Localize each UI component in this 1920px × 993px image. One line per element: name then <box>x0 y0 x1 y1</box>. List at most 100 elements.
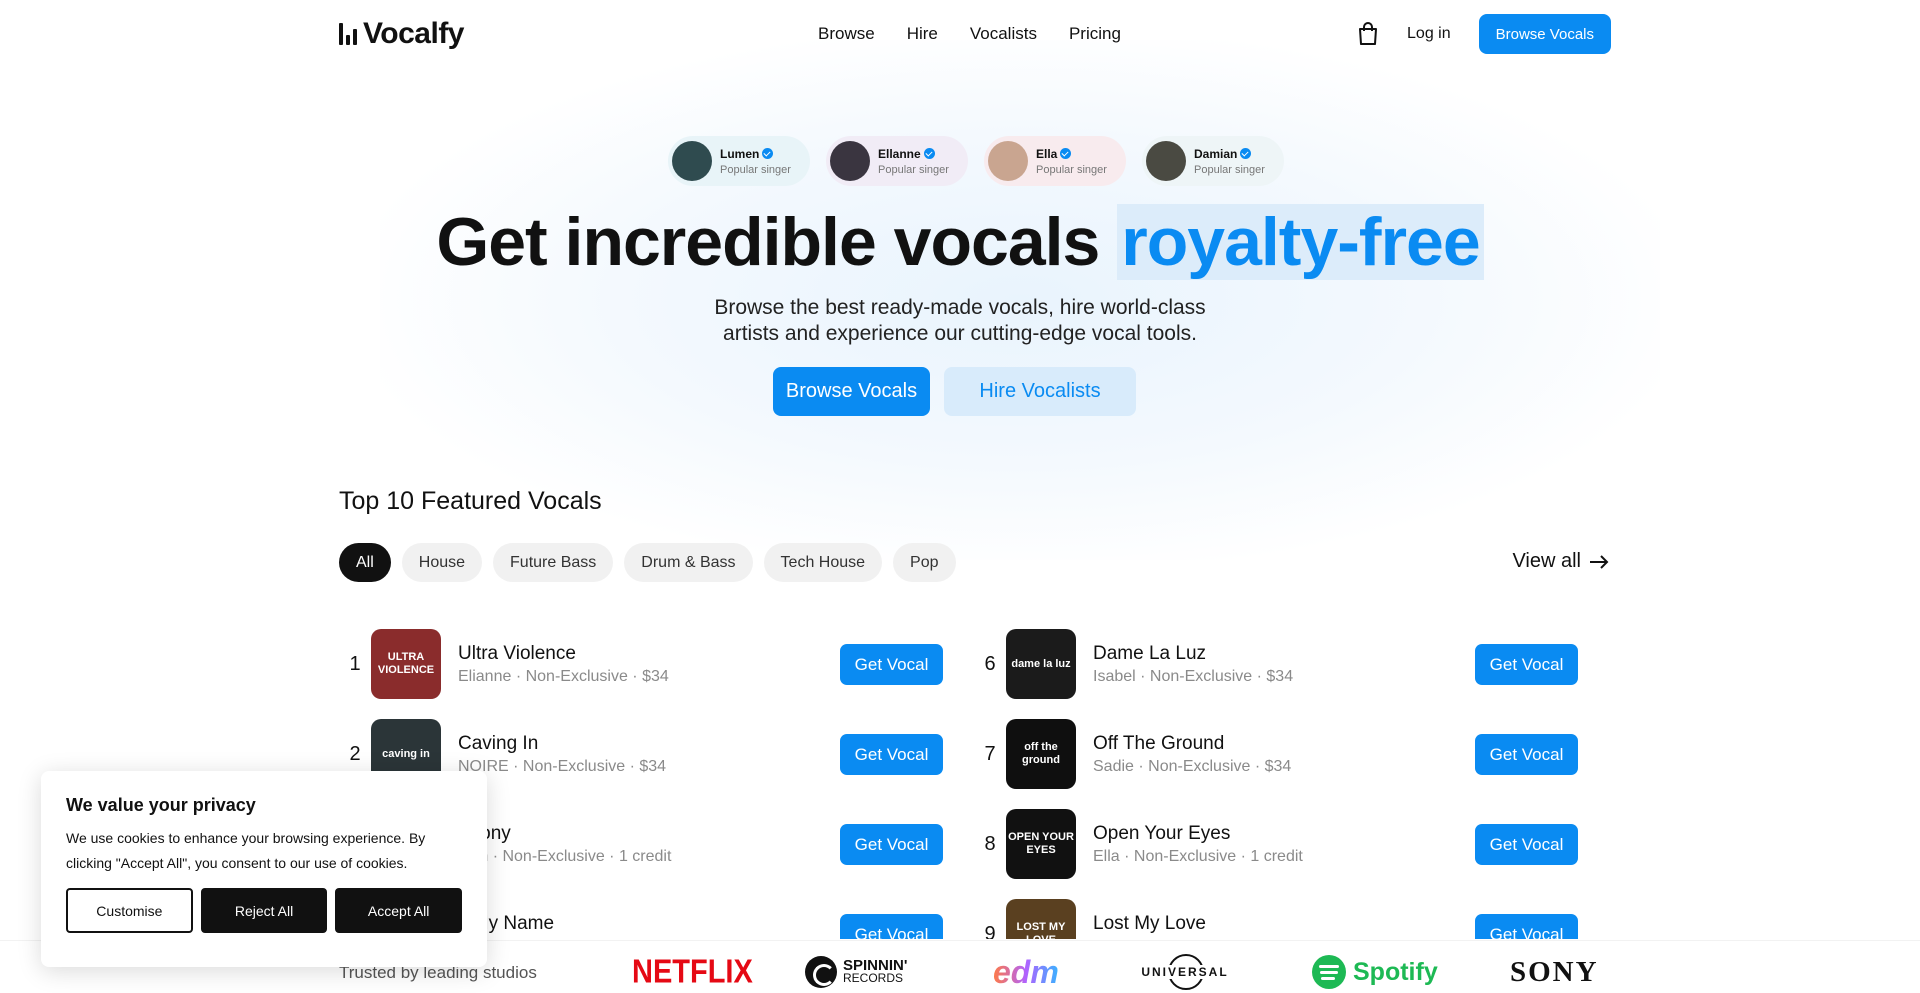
hero-subtitle-line-2: artists and experience our cutting-edge … <box>723 322 1197 345</box>
track-meta: nian · Non-Exclusive · 1 credit <box>458 847 672 865</box>
track-rank: 7 <box>984 742 996 765</box>
get-vocal-button[interactable]: Get Vocal <box>1475 914 1578 939</box>
track-cover-text: caving in <box>382 747 430 760</box>
logo[interactable]: Vocalfy <box>339 17 465 51</box>
sony-logo: SONY <box>1510 955 1599 988</box>
logo-icon <box>339 23 357 45</box>
hero-buttons: Browse Vocals Hire Vocalists <box>773 367 1136 416</box>
avatar <box>988 141 1028 181</box>
nav-link-hire[interactable]: Hire <box>907 24 938 44</box>
singer-name: Ellanne <box>878 146 921 161</box>
track-meta: Luna · Non-Exclusive · $34 <box>1093 938 1286 940</box>
track-rank: 9 <box>984 922 996 940</box>
genre-filters: All House Future Bass Drum & Bass Tech H… <box>339 543 956 582</box>
filter-drum-and-bass[interactable]: Drum & Bass <box>624 543 753 582</box>
track-rank: 6 <box>984 652 996 675</box>
view-all-link[interactable]: View all <box>1512 550 1609 573</box>
verified-icon <box>1060 148 1072 159</box>
track-meta: Elianne · Non-Exclusive · $34 <box>458 667 669 685</box>
get-vocal-button[interactable]: Get Vocal <box>840 734 943 775</box>
get-vocal-button[interactable]: Get Vocal <box>1475 734 1578 775</box>
track-cover[interactable]: off the ground <box>1006 719 1076 789</box>
track-title[interactable]: Caving In <box>458 733 666 755</box>
cookie-reject-button[interactable]: Reject All <box>200 888 328 933</box>
track-cover-text: dame la luz <box>1011 657 1071 670</box>
track-info: Ultra Violence Elianne · Non-Exclusive · … <box>458 643 669 686</box>
spinnin-icon <box>805 956 837 988</box>
hero-subtitle: Browse the best ready-made vocals, hire … <box>0 295 1920 347</box>
track-title[interactable]: rmony <box>458 823 671 845</box>
hero-title: Get incredible vocals royalty-free <box>0 203 1920 281</box>
track-title[interactable]: Dame La Luz <box>1093 643 1293 665</box>
nav-link-pricing[interactable]: Pricing <box>1069 24 1121 44</box>
view-all-label: View all <box>1512 550 1581 572</box>
track-row[interactable]: 1 ULTRA VIOLENCE Ultra Violence Elianne · N… <box>339 619 956 709</box>
singer-chip[interactable]: Ellanne Popular singer <box>826 136 968 186</box>
track-meta: Isabel · Non-Exclusive · $34 <box>1093 667 1294 685</box>
hero-hire-vocalists-button[interactable]: Hire Vocalists <box>944 367 1136 416</box>
hero-subtitle-line-1: Browse the best ready-made vocals, hire … <box>714 296 1206 319</box>
cookie-accept-button[interactable]: Accept All <box>335 888 462 933</box>
track-row[interactable]: 7 off the ground Off The Ground Sadie · Non… <box>974 709 1591 799</box>
filter-house[interactable]: House <box>401 543 483 582</box>
track-cover[interactable]: ULTRA VIOLENCE <box>371 629 441 699</box>
singer-subtitle: Popular singer <box>1036 163 1107 176</box>
verified-icon <box>1240 148 1252 159</box>
track-row[interactable]: 8 OPEN YOUR EYES Open Your Eyes Ella · Non-… <box>974 799 1591 889</box>
track-title[interactable]: Off The Ground <box>1093 733 1291 755</box>
get-vocal-button[interactable]: Get Vocal <box>840 914 943 939</box>
universal-text: UNIVERSAL <box>1140 965 1230 979</box>
track-cover-text: OPEN YOUR EYES <box>1008 831 1074 856</box>
get-vocal-button[interactable]: Get Vocal <box>1475 824 1578 865</box>
spotify-text: Spotify <box>1353 957 1438 986</box>
singer-chip[interactable]: Lumen Popular singer <box>668 136 810 186</box>
cookie-buttons: Customise Reject All Accept All <box>66 888 462 933</box>
track-cover-text: LOST MY LOVE <box>1016 921 1066 939</box>
filter-pop[interactable]: Pop <box>893 543 956 582</box>
track-column-right: 6 dame la luz Dame La Luz Isabel · Non-Excl… <box>974 619 1591 939</box>
singer-subtitle: Popular singer <box>1194 163 1265 176</box>
cookie-customise-button[interactable]: Customise <box>66 888 193 933</box>
top-nav: Vocalfy Browse Hire Vocalists Pricing Lo… <box>339 12 1611 56</box>
track-info: Open Your Eyes Ella · Non-Exclusive · 1 c… <box>1093 823 1303 866</box>
verified-icon <box>762 148 774 159</box>
singer-chip[interactable]: Ella Popular singer <box>984 136 1126 186</box>
track-title[interactable]: Open Your Eyes <box>1093 823 1303 845</box>
avatar <box>830 141 870 181</box>
spotify-icon <box>1312 955 1346 989</box>
track-info: Caving In NOIRE · Non-Exclusive · $34 <box>458 733 666 776</box>
filter-tech-house[interactable]: Tech House <box>763 543 883 582</box>
popular-singers: Lumen Popular singer Ellanne Popular sin… <box>668 136 1284 186</box>
track-cover[interactable]: dame la luz <box>1006 629 1076 699</box>
track-row[interactable]: 9 LOST MY LOVE Lost My Love Luna · Non-Excl… <box>974 889 1591 939</box>
get-vocal-button[interactable]: Get Vocal <box>1475 644 1578 685</box>
singer-chip[interactable]: Damian Popular singer <box>1142 136 1284 186</box>
shopping-bag-icon[interactable] <box>1357 22 1379 46</box>
spinnin-text-2: RECORDS <box>843 971 904 985</box>
nav-browse-vocals-button[interactable]: Browse Vocals <box>1478 14 1611 54</box>
track-cover[interactable]: OPEN YOUR EYES <box>1006 809 1076 879</box>
nav-link-browse[interactable]: Browse <box>818 24 875 44</box>
avatar <box>672 141 712 181</box>
track-title[interactable]: Ultra Violence <box>458 643 669 665</box>
logo-text: Vocalfy <box>363 17 465 50</box>
filter-all[interactable]: All <box>339 543 391 582</box>
cookie-body: We use cookies to enhance your browsing … <box>66 830 426 871</box>
track-rank: 1 <box>349 652 361 675</box>
get-vocal-button[interactable]: Get Vocal <box>840 644 943 685</box>
universal-logo: UNIVERSAL <box>1140 954 1230 990</box>
track-row[interactable]: 6 dame la luz Dame La Luz Isabel · Non-Excl… <box>974 619 1591 709</box>
login-link[interactable]: Log in <box>1407 25 1451 43</box>
track-cover-text: ULTRA VIOLENCE <box>377 651 435 676</box>
track-title[interactable]: Lost My Love <box>1093 913 1286 935</box>
get-vocal-button[interactable]: Get Vocal <box>840 824 943 865</box>
cookie-consent-dialog: We value your privacy We use cookies to … <box>41 771 487 967</box>
spotify-logo: Spotify <box>1312 954 1438 990</box>
nav-link-vocalists[interactable]: Vocalists <box>970 24 1037 44</box>
singer-subtitle: Popular singer <box>720 163 791 176</box>
track-cover[interactable]: LOST MY LOVE <box>1006 899 1076 939</box>
track-rank: 8 <box>984 832 996 855</box>
hero-browse-vocals-button[interactable]: Browse Vocals <box>773 367 930 416</box>
track-cover-text: off the ground <box>1022 741 1060 766</box>
filter-future-bass[interactable]: Future Bass <box>493 543 614 582</box>
